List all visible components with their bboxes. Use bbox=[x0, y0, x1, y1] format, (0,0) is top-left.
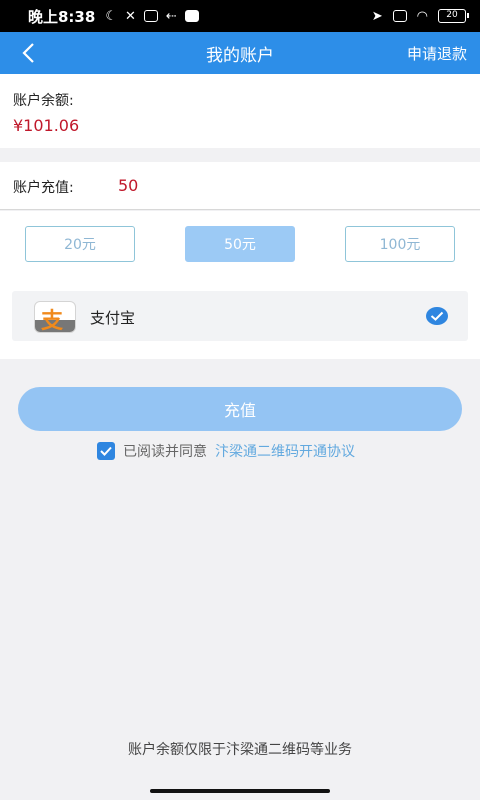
wifi-icon: ◠ bbox=[416, 8, 428, 24]
refund-button[interactable]: 申请退款 bbox=[407, 43, 467, 64]
location-icon: ➤ bbox=[371, 8, 383, 24]
checkmark-icon[interactable] bbox=[426, 307, 448, 325]
mute-icon: ✕ bbox=[124, 8, 136, 24]
amount-option-100[interactable]: 100元 bbox=[345, 226, 455, 262]
recharge-amount-value[interactable]: 50 bbox=[118, 176, 138, 195]
app-notification-icon bbox=[143, 10, 158, 22]
sim-icon bbox=[392, 10, 407, 22]
balance-section: 账户余额: ¥101.06 bbox=[0, 74, 480, 148]
footer-note: 账户余额仅限于汴梁通二维码等业务 bbox=[128, 742, 352, 758]
payment-method-alipay[interactable]: 支 支付宝 bbox=[12, 291, 468, 341]
status-notification-icons: ☾ ✕ ⇠ bbox=[105, 8, 199, 24]
battery-icon: 20 bbox=[438, 9, 469, 23]
status-time: 晚上8:38 bbox=[28, 7, 96, 26]
status-bar: 晚上8:38 ☾ ✕ ⇠ ➤ ◠ 20 bbox=[0, 0, 480, 32]
recharge-amount-row: 账户充值: 50 bbox=[0, 162, 480, 210]
agreement-text: 已阅读并同意 bbox=[123, 444, 207, 460]
payment-method-name: 支付宝 bbox=[90, 309, 136, 327]
alipay-logo-icon: 支 bbox=[34, 301, 76, 333]
message-icon bbox=[184, 10, 199, 22]
moon-icon: ☾ bbox=[105, 8, 117, 24]
agreement-link[interactable]: 汴梁通二维码开通协议 bbox=[215, 441, 355, 461]
amount-option-50[interactable]: 50元 bbox=[185, 226, 295, 262]
recharge-submit-button[interactable]: 充值 bbox=[18, 387, 462, 431]
nav-bar: 我的账户 申请退款 bbox=[0, 32, 480, 74]
agreement-row: 已阅读并同意 汴梁通二维码开通协议 bbox=[97, 441, 355, 461]
home-indicator[interactable] bbox=[150, 789, 330, 793]
balance-value: ¥101.06 bbox=[13, 116, 80, 135]
balance-label: 账户余额: bbox=[13, 93, 74, 109]
agreement-checkbox[interactable] bbox=[97, 442, 115, 460]
amount-options-section: 20元 50元 100元 支 支付宝 bbox=[0, 211, 480, 359]
status-system-icons: ➤ ◠ 20 bbox=[371, 8, 469, 24]
amount-option-20[interactable]: 20元 bbox=[25, 226, 135, 262]
usb-icon: ⇠ bbox=[165, 8, 177, 24]
recharge-label: 账户充值: bbox=[13, 180, 74, 196]
